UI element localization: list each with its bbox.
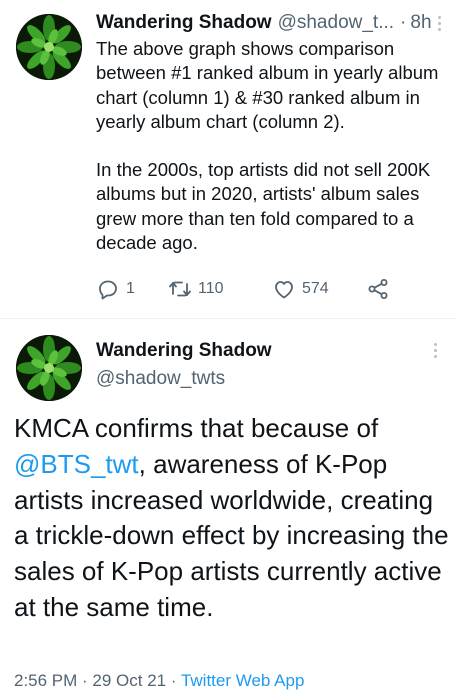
timestamp[interactable]: 8h [410,12,431,34]
meta-separator: · [166,671,181,690]
separator-dot: · [400,12,407,33]
tweet-time[interactable]: 2:56 PM [14,671,77,690]
mention-link[interactable]: @BTS_twt [14,449,139,479]
tweet-metadata: 2:56 PM · 29 Oct 21 · Twitter Web App [14,671,304,691]
heart-icon [275,281,293,299]
meta-separator: · [77,671,93,690]
tweet-divider [0,318,457,319]
display-name[interactable]: Wandering Shadow [96,340,272,362]
reply-button[interactable]: 1 [96,277,135,301]
tweet-text: The above graph shows comparison between… [96,37,446,255]
tweet-actions: 1 110 574 [96,276,396,302]
reply-count: 1 [126,280,135,297]
avatar[interactable] [16,335,82,401]
avatar-image [16,335,82,401]
like-count: 574 [302,280,329,297]
retweet-count: 110 [198,280,224,297]
tweet-source-link[interactable]: Twitter Web App [181,671,304,690]
tweet-text: KMCA confirms that because of @BTS_twt, … [14,411,454,626]
user-handle[interactable]: @shadow_twts [96,368,225,390]
tweet-date[interactable]: 29 Oct 21 [92,671,166,690]
tweet-paragraph-2: In the 2000s, top artists did not sell 2… [96,159,431,254]
avatar[interactable] [16,14,82,80]
like-button[interactable]: 574 [272,277,329,301]
more-options-icon[interactable] [434,14,445,33]
avatar-image [16,14,82,80]
tweet-1[interactable]: Wandering Shadow @shadow_t... · 8h The a… [0,0,457,318]
tweet-paragraph-1: The above graph shows comparison between… [96,38,439,132]
retweet-icon [169,281,191,297]
reply-icon [99,280,117,300]
share-icon [368,279,388,299]
tweet-header: Wandering Shadow @shadow_t... · 8h [96,10,445,36]
user-handle[interactable]: @shadow_t... [278,12,394,34]
tweet-text-start: KMCA confirms that because of [14,413,379,443]
more-options-icon[interactable] [434,343,437,358]
retweet-button[interactable]: 110 [168,277,224,301]
share-button[interactable] [366,277,390,301]
display-name[interactable]: Wandering Shadow [96,12,272,34]
